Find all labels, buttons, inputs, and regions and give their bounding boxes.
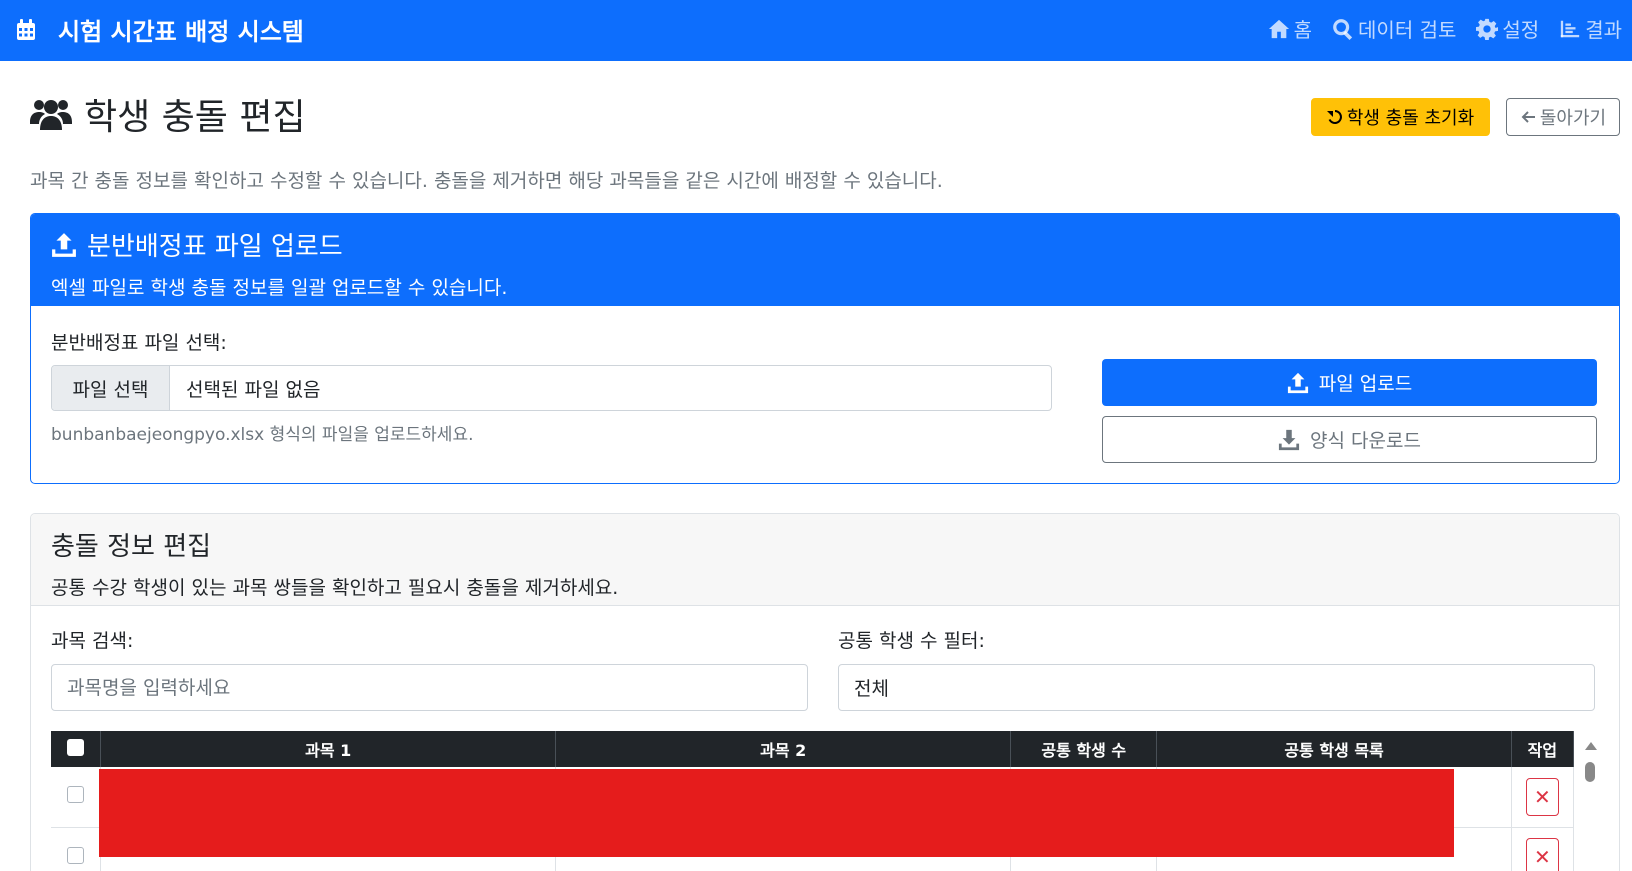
row-actions: ✕	[1511, 767, 1574, 828]
file-status: 선택된 파일 없음	[186, 378, 321, 401]
nav-data-review[interactable]: 데이터 검토	[1332, 14, 1456, 43]
arrow-left-icon	[1521, 111, 1535, 123]
conflict-table: 과목 1 과목 2 공통 학생 수 공통 학생 목록 작업 ✕ ✕	[51, 731, 1574, 871]
conflict-card: 충돌 정보 편집 공통 수강 학생이 있는 과목 쌍들을 확인하고 필요시 충돌…	[30, 513, 1620, 871]
reset-conflicts-button[interactable]: 학생 충돌 초기화	[1311, 98, 1490, 136]
file-upload-button[interactable]: 파일 업로드	[1102, 359, 1597, 406]
nav-settings-label: 설정	[1502, 18, 1540, 42]
row-select-cell	[51, 767, 102, 828]
header-subject-2: 과목 2	[555, 731, 1012, 767]
nav-results[interactable]: 결과	[1559, 14, 1622, 43]
header-actions: 작업	[1511, 731, 1574, 767]
file-input[interactable]: 파일 선택 선택된 파일 없음	[51, 365, 1052, 411]
brand-text: 시험 시간표 배정 시스템	[58, 18, 304, 46]
upload-icon	[1287, 372, 1308, 393]
nav-results-label: 결과	[1585, 18, 1622, 42]
file-select-label: 분반배정표 파일 선택:	[51, 332, 227, 354]
nav-settings[interactable]: 설정	[1476, 14, 1539, 43]
back-label: 돌아가기	[1539, 108, 1607, 129]
page-title: 학생 충돌 편집	[30, 88, 306, 140]
upload-card-title-text: 분반배정표 파일 업로드	[87, 232, 343, 262]
undo-icon	[1326, 110, 1342, 124]
upload-card-subtitle: 엑셀 파일로 학생 충돌 정보를 일괄 업로드할 수 있습니다.	[51, 277, 508, 299]
delete-conflict-button[interactable]: ✕	[1525, 777, 1559, 816]
row-actions: ✕	[1511, 827, 1574, 871]
table-scrollbar[interactable]	[1583, 740, 1597, 871]
nav-data-review-label: 데이터 검토	[1358, 18, 1457, 42]
conflict-card-header: 충돌 정보 편집 공통 수강 학생이 있는 과목 쌍들을 확인하고 필요시 충돌…	[31, 514, 1619, 606]
row-checkbox[interactable]	[67, 846, 85, 864]
scroll-thumb[interactable]	[1585, 762, 1595, 782]
brand[interactable]: 시험 시간표 배정 시스템	[14, 12, 304, 47]
download-icon	[1278, 429, 1300, 450]
chart-icon	[1561, 20, 1580, 37]
subject-search-input[interactable]	[51, 664, 808, 711]
redaction-block	[99, 769, 1454, 857]
header-subject-1: 과목 1	[100, 731, 557, 767]
nav-home[interactable]: 홈	[1268, 14, 1312, 43]
upload-card-header: 분반배정표 파일 업로드 엑셀 파일로 학생 충돌 정보를 일괄 업로드할 수 …	[31, 214, 1619, 306]
nav-links: 홈 데이터 검토 설정 결과	[1248, 14, 1622, 43]
header-common-students: 공통 학생 목록	[1156, 731, 1512, 767]
page-title-text: 학생 충돌 편집	[84, 97, 306, 138]
home-icon	[1268, 19, 1289, 38]
gear-icon	[1476, 18, 1499, 40]
student-count-filter-label: 공통 학생 수 필터:	[838, 630, 985, 652]
nav-home-label: 홈	[1293, 18, 1313, 42]
delete-conflict-button[interactable]: ✕	[1525, 838, 1559, 871]
calendar-icon	[17, 18, 35, 40]
template-download-button[interactable]: 양식 다운로드	[1102, 416, 1597, 463]
student-count-filter-select[interactable]: 전체	[838, 664, 1595, 711]
select-all-checkbox[interactable]	[67, 738, 85, 756]
header-common-count: 공통 학생 수	[1010, 731, 1158, 767]
reset-conflicts-label: 학생 충돌 초기화	[1346, 108, 1475, 129]
users-icon	[30, 100, 72, 130]
header-select-all[interactable]	[51, 731, 102, 767]
scroll-up-arrow[interactable]	[1585, 742, 1597, 750]
template-download-label: 양식 다운로드	[1310, 430, 1421, 452]
file-upload-label: 파일 업로드	[1318, 373, 1413, 395]
back-button[interactable]: 돌아가기	[1506, 98, 1620, 136]
search-icon	[1333, 18, 1353, 40]
conflict-card-title: 충돌 정보 편집	[51, 532, 212, 562]
upload-card: 분반배정표 파일 업로드 엑셀 파일로 학생 충돌 정보를 일괄 업로드할 수 …	[30, 213, 1620, 484]
upload-card-title: 분반배정표 파일 업로드	[51, 226, 1599, 263]
page-lead: 과목 간 충돌 정보를 확인하고 수정할 수 있습니다. 충돌을 제거하면 해당…	[30, 170, 943, 192]
conflict-card-subtitle: 공통 수강 학생이 있는 과목 쌍들을 확인하고 필요시 충돌을 제거하세요.	[51, 577, 619, 599]
row-select-cell	[51, 827, 102, 871]
subject-search-label: 과목 검색:	[51, 630, 134, 652]
file-help-text: bunbanbaejeongpyo.xlsx 형식의 파일을 업로드하세요.	[51, 425, 474, 445]
navbar: 시험 시간표 배정 시스템 홈 데이터 검토 설정 결과	[0, 0, 1632, 61]
row-checkbox[interactable]	[67, 786, 85, 804]
table-header-row: 과목 1 과목 2 공통 학생 수 공통 학생 목록 작업	[51, 731, 1574, 767]
file-choose-button[interactable]: 파일 선택	[52, 366, 170, 410]
upload-icon	[52, 232, 76, 257]
